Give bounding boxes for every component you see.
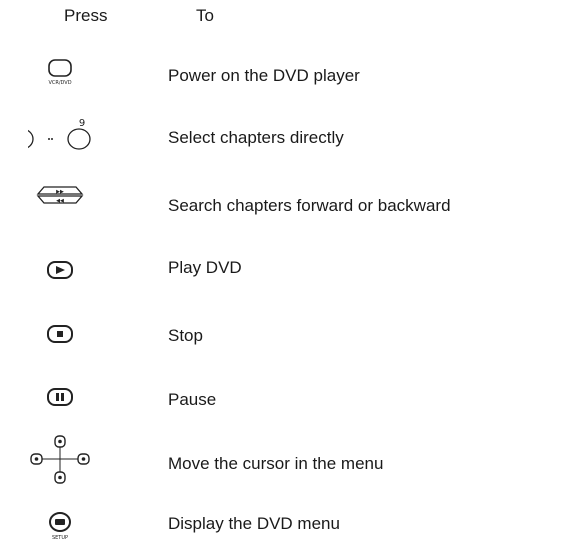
instruction-row-power: VCR/DVD Power on the DVD player <box>0 54 562 106</box>
instruction-row-numbers: 0 9 Select chapters directly <box>0 106 562 158</box>
row-label-play: Play DVD <box>168 258 242 277</box>
instruction-row-search: ▶▶ ◀◀ Search chapters forward or backwar… <box>0 178 562 230</box>
header-to: To <box>196 6 214 25</box>
vcr-dvd-caption: VCR/DVD <box>48 80 71 86</box>
svg-text:◀◀: ◀◀ <box>56 198 64 204</box>
chapter-skip-buttons-icon: ▶▶ ◀◀ <box>28 178 138 230</box>
svg-text:▶▶: ▶▶ <box>56 189 64 195</box>
row-label-search: Search chapters forward or backward <box>168 196 451 215</box>
cursor-keys-icon <box>28 434 138 486</box>
instruction-row-pause: Pause <box>0 375 562 427</box>
instruction-row-cursor: Move the cursor in the menu <box>0 434 562 486</box>
header-press: Press <box>64 6 108 25</box>
row-label-power: Power on the DVD player <box>168 66 360 85</box>
pause-button-icon <box>28 375 138 427</box>
row-label-menu: Display the DVD menu <box>168 514 340 533</box>
row-label-numbers: Select chapters directly <box>168 128 344 147</box>
vcr-dvd-button-icon: VCR/DVD <box>28 54 138 106</box>
instruction-row-menu: SETUP Display the DVD menu <box>0 502 562 554</box>
setup-caption: SETUP <box>52 535 68 541</box>
row-label-cursor: Move the cursor in the menu <box>168 454 384 473</box>
row-label-pause: Pause <box>168 390 217 409</box>
stop-button-icon <box>28 310 138 362</box>
number-keys-0-9-icon: 0 9 <box>28 106 138 158</box>
instruction-row-stop: Stop <box>0 310 562 362</box>
key-nine-label: 9 <box>79 118 85 129</box>
setup-button-icon: SETUP <box>28 502 138 554</box>
play-button-icon <box>28 246 138 298</box>
row-label-stop: Stop <box>168 326 203 345</box>
instruction-row-play: Play DVD <box>0 246 562 298</box>
